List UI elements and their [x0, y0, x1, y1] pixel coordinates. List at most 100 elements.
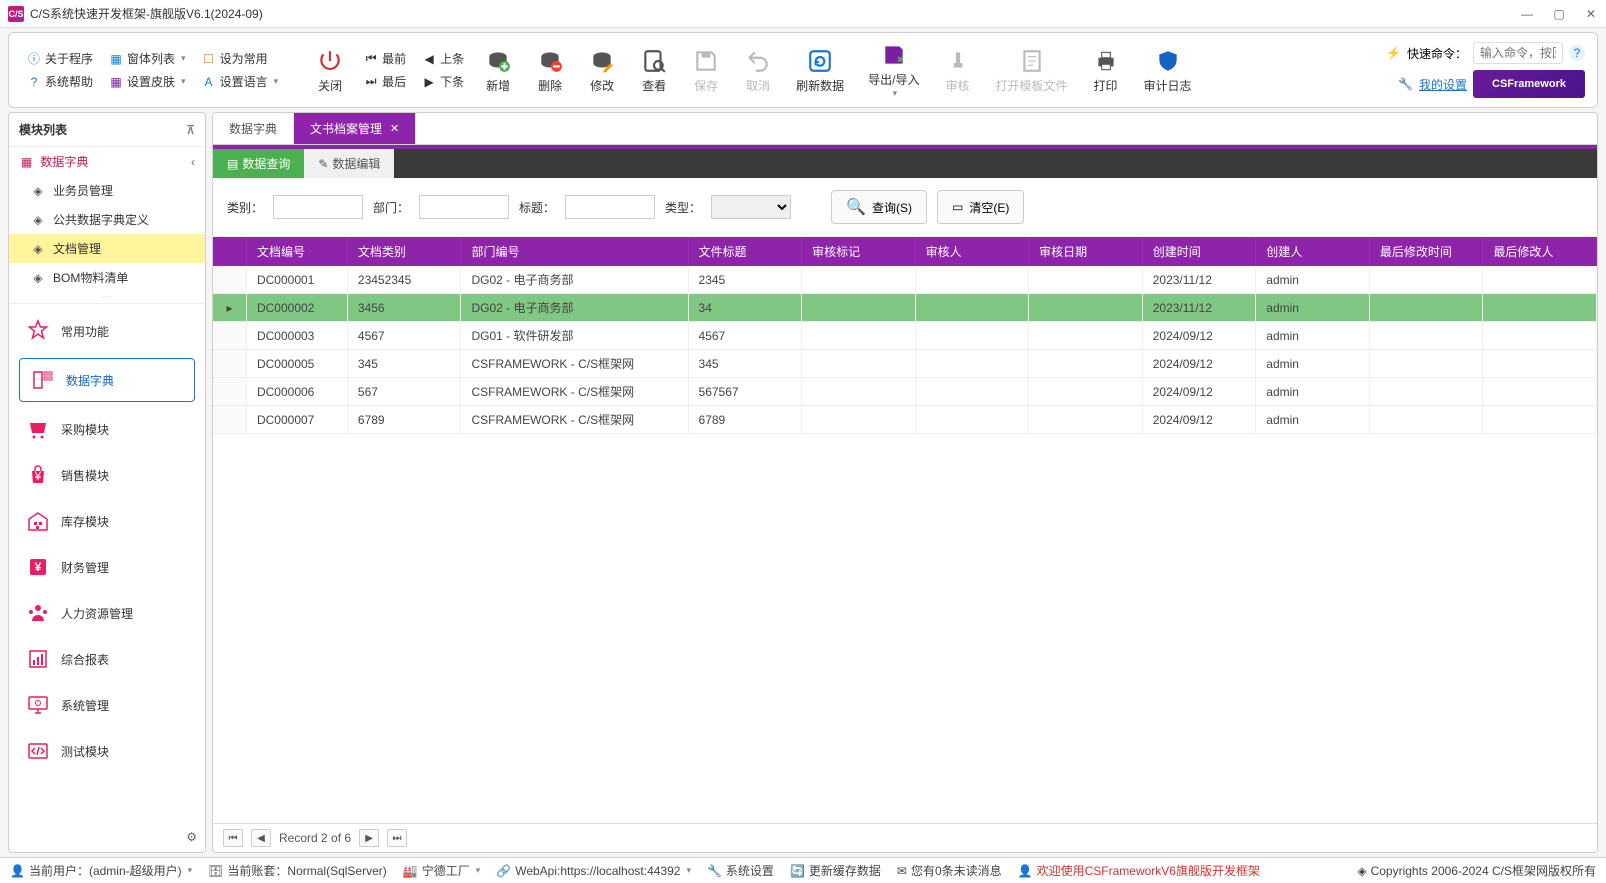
status-welcome: 👤欢迎使用CSFrameworkV6旗舰版开发框架 [1018, 862, 1260, 879]
close-window-button[interactable]: ✕ [1584, 7, 1598, 21]
first-button[interactable]: ⏮最前 [358, 48, 412, 69]
setcommon-button[interactable]: ☐设为常用 [196, 48, 285, 69]
table-row[interactable]: DC0000034567DG01 - 软件研发部45672024/09/12ad… [213, 322, 1597, 350]
col-header[interactable]: 创建人 [1256, 237, 1370, 266]
gear-icon[interactable]: ⚙ [186, 830, 197, 844]
close-button[interactable]: 关闭 [306, 45, 354, 96]
quick-command-input[interactable] [1473, 42, 1563, 64]
edit-button[interactable]: 修改 [578, 45, 626, 96]
input-category[interactable] [273, 195, 363, 219]
tree-item-public-dict[interactable]: ◈公共数据字典定义 [9, 205, 205, 234]
help-button[interactable]: ?系统帮助 [21, 71, 99, 92]
table-row[interactable]: ▸DC0000023456DG02 - 电子商务部342023/11/12adm… [213, 294, 1597, 322]
auditlog-button[interactable]: 审计日志 [1134, 45, 1202, 96]
clear-button[interactable]: ▭清空(E) [937, 190, 1024, 224]
col-header[interactable]: 最后修改时间 [1369, 237, 1483, 266]
nav-common[interactable]: 常用功能 [9, 308, 205, 354]
content-area: 数据字典 文书档案管理✕ ▤数据查询 ✎数据编辑 类别： 部门： 标题： 类型：… [212, 112, 1598, 853]
view-icon [640, 47, 668, 75]
nav-hr[interactable]: 人力资源管理 [9, 590, 205, 636]
export-icon [880, 41, 908, 69]
print-button[interactable]: 打印 [1082, 45, 1130, 96]
select-type[interactable] [711, 195, 791, 219]
tree-item-doc-mgmt[interactable]: ◈文档管理 [9, 234, 205, 263]
sync-icon: 🔄 [790, 864, 805, 878]
input-dept[interactable] [419, 195, 509, 219]
pager-last[interactable]: ⏭ [387, 829, 407, 847]
nav-data-dict[interactable]: 数据字典 [19, 358, 195, 402]
col-header[interactable]: 审核人 [915, 237, 1029, 266]
col-header[interactable]: 部门编号 [461, 237, 688, 266]
subtab-query[interactable]: ▤数据查询 [213, 149, 304, 178]
col-header[interactable]: 文档编号 [246, 237, 347, 266]
maximize-button[interactable]: ▢ [1552, 7, 1566, 21]
refresh-icon [806, 47, 834, 75]
tab-doc-archive[interactable]: 文书档案管理✕ [294, 113, 416, 144]
tab-data-dict[interactable]: 数据字典 [213, 113, 294, 144]
input-title[interactable] [565, 195, 655, 219]
label-dept: 部门： [373, 199, 409, 216]
skin-button[interactable]: ▦设置皮肤 [103, 71, 192, 92]
nav-inventory[interactable]: 库存模块 [9, 498, 205, 544]
nav-finance[interactable]: ¥财务管理 [9, 544, 205, 590]
nav-system[interactable]: 系统管理 [9, 682, 205, 728]
sub-tabs: ▤数据查询 ✎数据编辑 [213, 149, 1597, 178]
status-settings[interactable]: 🔧系统设置 [707, 862, 774, 879]
next-button[interactable]: ▶下条 [416, 71, 470, 92]
pin-icon[interactable]: ⊼ [186, 123, 195, 137]
col-header[interactable]: 最后修改人 [1483, 237, 1597, 266]
search-button[interactable]: 🔍查询(S) [831, 190, 927, 224]
close-tab-icon[interactable]: ✕ [390, 122, 399, 135]
first-icon: ⏮ [364, 52, 378, 66]
about-button[interactable]: ⓘ关于程序 [21, 48, 99, 69]
status-user[interactable]: 👤当前用户：(admin-超级用户) [10, 862, 192, 879]
view-button[interactable]: 查看 [630, 45, 678, 96]
tree-item-bom[interactable]: ◈BOM物料清单 [9, 263, 205, 292]
data-grid[interactable]: 文档编号文档类别部门编号文件标题审核标记审核人审核日期创建时间创建人最后修改时间… [213, 237, 1597, 434]
refresh-button[interactable]: 刷新数据 [786, 45, 854, 96]
nav-test[interactable]: 测试模块 [9, 728, 205, 774]
search-icon: 🔍 [846, 197, 866, 217]
col-header[interactable]: 审核标记 [802, 237, 916, 266]
nav-purchase[interactable]: 采购模块 [9, 406, 205, 452]
clear-icon: ▭ [952, 200, 963, 214]
edit-icon [588, 47, 616, 75]
my-settings-link[interactable]: 我的设置 [1419, 76, 1467, 93]
col-header[interactable]: 文档类别 [347, 237, 461, 266]
pager-prev[interactable]: ◀ [251, 829, 271, 847]
prev-button[interactable]: ◀上条 [416, 48, 470, 69]
col-header[interactable]: 文件标题 [688, 237, 802, 266]
ribbon-toolbar: ⓘ关于程序 ?系统帮助 ▦窗体列表 ▦设置皮肤 ☐设为常用 A设置语言 关闭 ⏮… [8, 32, 1598, 108]
tree-root-data-dict[interactable]: ▦ 数据字典 ‹ [9, 147, 205, 176]
shield-icon [1154, 47, 1182, 75]
last-icon: ⏭ [364, 75, 378, 89]
formlist-button[interactable]: ▦窗体列表 [103, 48, 192, 69]
status-msgs[interactable]: ✉您有0条未读消息 [897, 862, 1002, 879]
people-icon [25, 600, 51, 626]
nav-reports[interactable]: 综合报表 [9, 636, 205, 682]
table-row[interactable]: DC00000123452345DG02 - 电子商务部23452023/11/… [213, 266, 1597, 294]
status-factory[interactable]: 🏭宁德工厂 [403, 862, 481, 879]
last-button[interactable]: ⏭最后 [358, 71, 412, 92]
lang-button[interactable]: A设置语言 [196, 71, 285, 92]
print-icon [1092, 47, 1120, 75]
table-row[interactable]: DC000005345CSFRAMEWORK - C/S框架网3452024/0… [213, 350, 1597, 378]
table-row[interactable]: DC000006567CSFRAMEWORK - C/S框架网567567202… [213, 378, 1597, 406]
pager-next[interactable]: ▶ [359, 829, 379, 847]
nav-sales[interactable]: ¥销售模块 [9, 452, 205, 498]
status-updatecache[interactable]: 🔄更新缓存数据 [790, 862, 881, 879]
table-row[interactable]: DC0000076789CSFRAMEWORK - C/S框架网67892024… [213, 406, 1597, 434]
delete-button[interactable]: 删除 [526, 45, 574, 96]
col-header[interactable]: 审核日期 [1029, 237, 1143, 266]
label-type: 类型： [665, 199, 701, 216]
help-badge-icon[interactable]: ? [1569, 45, 1585, 61]
minimize-button[interactable]: ― [1520, 7, 1534, 21]
export-button[interactable]: 导出/导入 [858, 39, 929, 101]
subtab-edit[interactable]: ✎数据编辑 [304, 149, 394, 178]
status-webapi[interactable]: 🔗WebApi:https://localhost:44392 [496, 864, 691, 878]
tree-item-salesman[interactable]: ◈业务员管理 [9, 176, 205, 205]
pager-first[interactable]: ⏮ [223, 829, 243, 847]
col-header[interactable]: 创建时间 [1142, 237, 1256, 266]
add-button[interactable]: 新增 [474, 45, 522, 96]
brand-badge: CSFramework [1473, 70, 1585, 98]
